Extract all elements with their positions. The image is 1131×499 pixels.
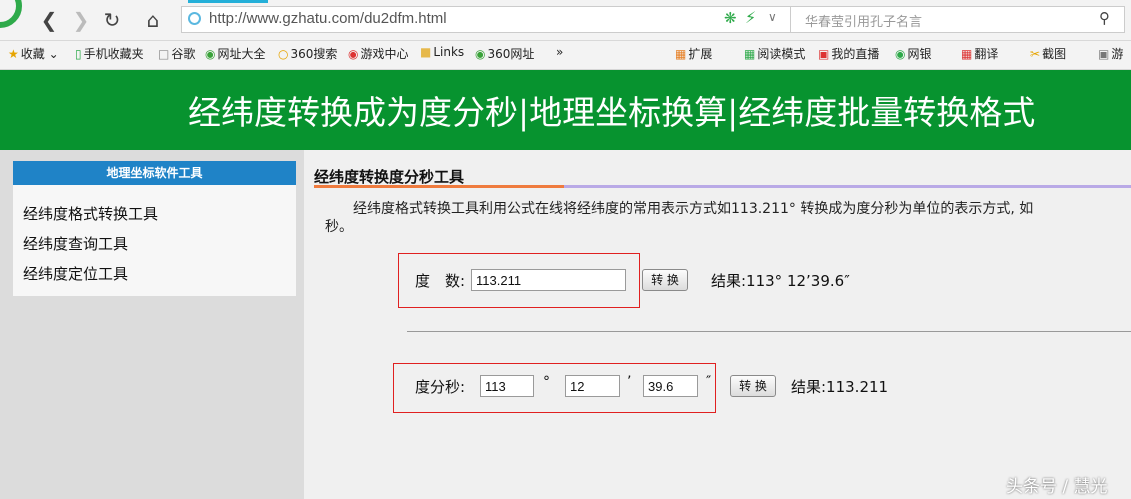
degree-symbol: ° xyxy=(543,374,550,390)
ext-bank[interactable]: ◉ 网银 xyxy=(895,45,932,62)
security-icon[interactable]: ❋ xyxy=(724,9,737,27)
translate-icon: ▦ xyxy=(961,47,973,61)
speed-mode-icon[interactable]: ⚡ xyxy=(745,8,756,27)
bookmark-favorites[interactable]: ★ 收藏 ⌄ xyxy=(8,45,59,62)
tv-icon: ▣ xyxy=(818,47,830,61)
title-underline-accent xyxy=(314,185,564,188)
reload-icon[interactable]: ↻ xyxy=(99,7,125,33)
watermark: 头条号 / 慧光 xyxy=(1006,477,1108,497)
decimal-label: 度 数: xyxy=(415,272,466,290)
site-icon xyxy=(188,12,201,25)
gamepad-icon: ▣ xyxy=(1098,47,1110,61)
360-icon: ◉ xyxy=(205,47,216,61)
page-icon: □ xyxy=(158,47,170,61)
search-circle-icon: ○ xyxy=(278,47,289,61)
minute-symbol: ’ xyxy=(627,374,632,390)
intro-text: 经纬度格式转换工具利用公式在线将经纬度的常用表示方式如113.211° 转换成为… xyxy=(353,201,1034,217)
bookmark-nav[interactable]: ◉ 网址大全 xyxy=(205,45,266,62)
active-tab-indicator xyxy=(188,0,268,3)
content-title: 经纬度转换度分秒工具 xyxy=(314,168,465,186)
book-icon: ▦ xyxy=(744,47,756,61)
phone-icon: ▯ xyxy=(75,47,82,61)
minute-input[interactable] xyxy=(565,375,620,397)
second-input[interactable] xyxy=(643,375,698,397)
ext-screenshot[interactable]: ✂ 截图 xyxy=(1030,45,1066,62)
title-underline xyxy=(564,185,1131,188)
grid-icon: ▦ xyxy=(675,47,687,61)
convert-to-dms-button[interactable]: 转 换 xyxy=(642,269,688,291)
back-icon[interactable]: ❮ xyxy=(36,7,62,33)
intro-text-continued: 秒。 xyxy=(325,219,353,235)
sidebar-link-locate[interactable]: 经纬度定位工具 xyxy=(23,263,128,284)
bookmark-games[interactable]: ◉ 游戏中心 xyxy=(348,45,409,62)
bookmark-360search[interactable]: ○ 360搜索 xyxy=(278,45,337,62)
game-icon: ◉ xyxy=(348,47,359,61)
search-input[interactable]: 华春莹引用孔子名言 xyxy=(805,11,922,30)
home-icon[interactable]: ⌂ xyxy=(140,7,166,33)
scissors-icon: ✂ xyxy=(1030,47,1041,61)
dms-label: 度分秒: xyxy=(415,378,466,396)
bookmark-mobile[interactable]: ▯ 手机收藏夹 xyxy=(75,45,144,62)
section-divider xyxy=(407,331,1131,332)
chevron-down-icon: ⌄ xyxy=(48,47,59,61)
degree-input[interactable] xyxy=(480,375,534,397)
sidebar-header: 地理坐标软件工具 xyxy=(13,161,296,185)
decimal-result: 结果:113.211 xyxy=(791,378,889,396)
ext-translate[interactable]: ▦ 翻译 xyxy=(961,45,998,62)
convert-to-decimal-button[interactable]: 转 换 xyxy=(730,375,776,397)
ext-live[interactable]: ▣ 我的直播 xyxy=(818,45,879,62)
second-symbol: ″ xyxy=(706,374,712,390)
bank-icon: ◉ xyxy=(895,47,906,61)
bookmark-360nav[interactable]: ◉ 360网址 xyxy=(475,45,534,62)
folder-icon: ■ xyxy=(420,45,432,59)
forward-icon[interactable]: ❯ xyxy=(68,7,94,33)
bookmark-links[interactable]: ■ Links xyxy=(420,45,464,59)
ext-game[interactable]: ▣ 游 xyxy=(1098,45,1123,62)
bookmark-google[interactable]: □ 谷歌 xyxy=(158,45,195,62)
banner-title: 经纬度转换成为度分秒|地理坐标换算|经纬度批量转换格式 xyxy=(188,93,1036,132)
360-icon: ◉ xyxy=(475,47,486,61)
address-url[interactable]: http://www.gzhatu.com/du2dfm.html xyxy=(209,10,447,27)
star-icon: ★ xyxy=(8,47,19,61)
decimal-degree-input[interactable] xyxy=(471,269,626,291)
dms-result: 结果:113° 12’39.6″ xyxy=(711,272,850,290)
sidebar-link-query[interactable]: 经纬度查询工具 xyxy=(23,233,128,254)
search-icon[interactable]: ⚲ xyxy=(1099,9,1110,27)
chevron-down-icon[interactable]: ∨ xyxy=(768,10,777,24)
ext-extensions[interactable]: ▦ 扩展 xyxy=(675,45,712,62)
sidebar-link-format-convert[interactable]: 经纬度格式转换工具 xyxy=(23,203,158,224)
bookmark-more[interactable]: » xyxy=(556,45,563,59)
ext-reader[interactable]: ▦ 阅读模式 xyxy=(744,45,805,62)
